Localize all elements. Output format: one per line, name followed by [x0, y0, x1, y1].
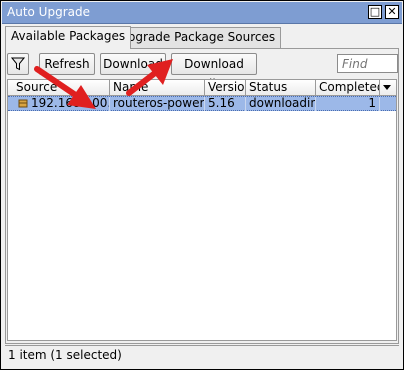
tab-available-packages[interactable]: Available Packages: [5, 26, 132, 49]
auto-upgrade-window: Auto Upgrade □ ✕ Available Packages Upgr…: [0, 0, 404, 370]
annotation-arrows: [34, 59, 173, 109]
annotation-arrow-left: [34, 66, 96, 109]
annotation-arrow-right: [126, 59, 173, 96]
